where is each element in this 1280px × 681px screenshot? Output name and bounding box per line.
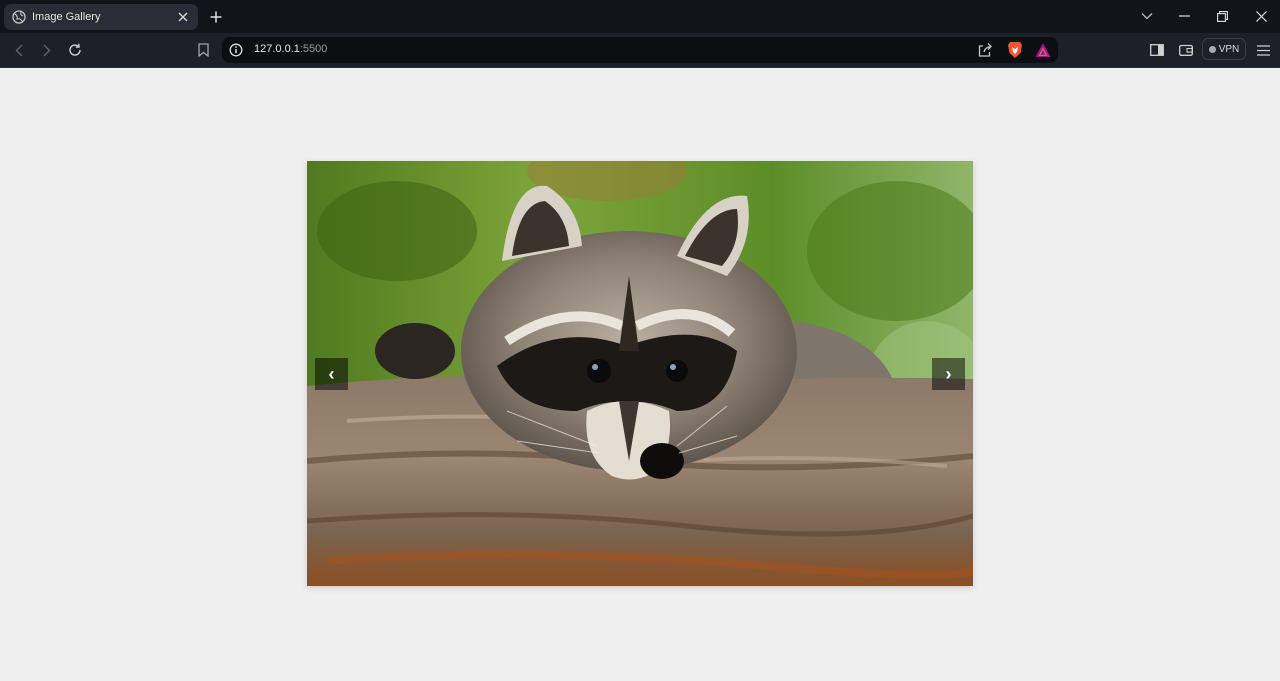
vpn-status-icon bbox=[1208, 45, 1216, 53]
bookmark-icon bbox=[197, 43, 209, 57]
reload-icon bbox=[69, 43, 81, 56]
forward-arrow-icon bbox=[43, 44, 51, 56]
sidebar-icon bbox=[1150, 44, 1164, 56]
next-image-button[interactable]: › bbox=[932, 358, 965, 390]
vpn-label: VPN bbox=[1218, 43, 1240, 55]
forward-button[interactable] bbox=[37, 40, 57, 60]
globe-icon bbox=[12, 10, 26, 24]
bookmark-button[interactable] bbox=[193, 40, 213, 60]
site-info-icon[interactable] bbox=[229, 43, 243, 57]
url-port: :5500 bbox=[299, 43, 328, 55]
reload-button[interactable] bbox=[65, 40, 85, 60]
new-tab-button[interactable] bbox=[206, 7, 226, 27]
hamburger-menu-icon bbox=[1256, 44, 1270, 56]
browser-toolbar: 127.0.0.1:5500 VPN bbox=[0, 33, 1280, 68]
prev-image-button[interactable]: ‹ bbox=[315, 358, 348, 390]
chevron-down-icon bbox=[1141, 13, 1153, 20]
browser-tab[interactable]: Image Gallery bbox=[4, 4, 198, 30]
address-bar[interactable]: 127.0.0.1:5500 bbox=[222, 37, 1058, 63]
tab-list-button[interactable] bbox=[1136, 6, 1158, 26]
tab-title: Image Gallery bbox=[32, 11, 101, 23]
minimize-button[interactable] bbox=[1173, 6, 1195, 26]
close-icon bbox=[1255, 10, 1267, 22]
back-arrow-icon bbox=[15, 44, 23, 56]
gallery-image bbox=[307, 161, 973, 586]
wallet-button[interactable] bbox=[1176, 40, 1196, 60]
url-host: 127.0.0.1 bbox=[254, 43, 300, 55]
tab-strip: Image Gallery bbox=[0, 0, 1280, 33]
restore-button[interactable] bbox=[1211, 6, 1233, 26]
url-text: 127.0.0.1:5500 bbox=[254, 43, 327, 55]
brave-rewards-icon[interactable] bbox=[1035, 42, 1051, 58]
wallet-icon bbox=[1179, 44, 1193, 56]
minimize-icon bbox=[1178, 15, 1190, 17]
close-tab-icon[interactable] bbox=[176, 10, 190, 24]
image-gallery: ‹ › bbox=[307, 161, 973, 586]
menu-button[interactable] bbox=[1253, 40, 1273, 60]
plus-icon bbox=[210, 11, 222, 23]
share-icon[interactable] bbox=[977, 42, 993, 58]
sidebar-button[interactable] bbox=[1147, 40, 1167, 60]
back-button[interactable] bbox=[9, 40, 29, 60]
vpn-button[interactable]: VPN bbox=[1202, 38, 1246, 60]
restore-icon bbox=[1216, 10, 1228, 22]
close-window-button[interactable] bbox=[1250, 6, 1272, 26]
brave-shields-icon[interactable] bbox=[1007, 41, 1023, 59]
